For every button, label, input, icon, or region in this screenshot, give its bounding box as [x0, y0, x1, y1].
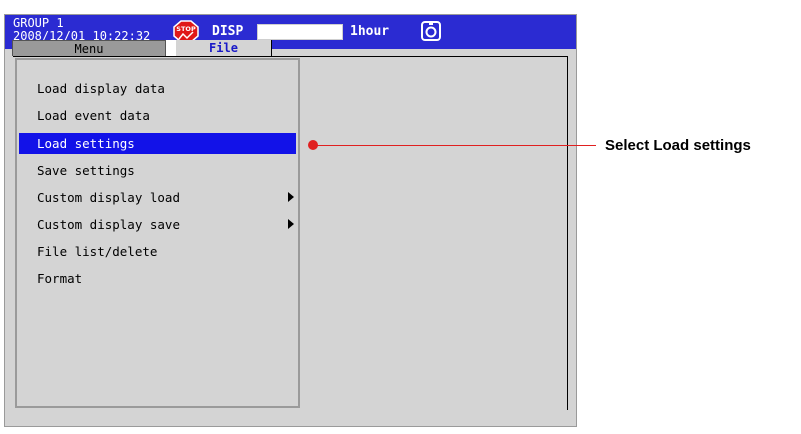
tab-menu[interactable]: Menu: [12, 40, 166, 56]
snapshot-icon[interactable]: [420, 20, 442, 42]
menu-item-label: Load display data: [37, 81, 165, 96]
menu-item-custom-display-load[interactable]: Custom display load: [19, 187, 296, 208]
menu-item-format[interactable]: Format: [19, 268, 296, 289]
time-interval: 1hour: [350, 24, 390, 39]
file-menu-panel: Load display data Load event data Load s…: [15, 58, 300, 408]
submenu-arrow-icon: [288, 192, 294, 202]
menu-item-label: Custom display load: [37, 190, 180, 205]
submenu-arrow-icon: [288, 219, 294, 229]
menu-item-label: File list/delete: [37, 244, 158, 259]
menu-item-load-event-data[interactable]: Load event data: [19, 105, 296, 126]
svg-text:STOP: STOP: [176, 25, 196, 33]
callout-line: [313, 145, 596, 146]
callout-annotation: Select Load settings: [605, 137, 751, 154]
display-mode-label: DISP: [212, 24, 244, 39]
menu-item-label: Load event data: [37, 108, 150, 123]
menu-item-file-list-delete[interactable]: File list/delete: [19, 241, 296, 262]
menu-item-custom-display-save[interactable]: Custom display save: [19, 214, 296, 235]
menu-item-save-settings[interactable]: Save settings: [19, 160, 296, 181]
tab-gap: [166, 40, 176, 56]
menu-item-label: Custom display save: [37, 217, 180, 232]
memory-progress-bar: [257, 24, 343, 40]
tab-file[interactable]: File: [176, 40, 272, 56]
menu-item-label: Load settings: [37, 136, 135, 151]
menu-item-label: Save settings: [37, 163, 135, 178]
menu-item-load-display-data[interactable]: Load display data: [19, 78, 296, 99]
menu-item-load-settings[interactable]: Load settings: [19, 133, 296, 154]
menu-item-label: Format: [37, 271, 83, 286]
